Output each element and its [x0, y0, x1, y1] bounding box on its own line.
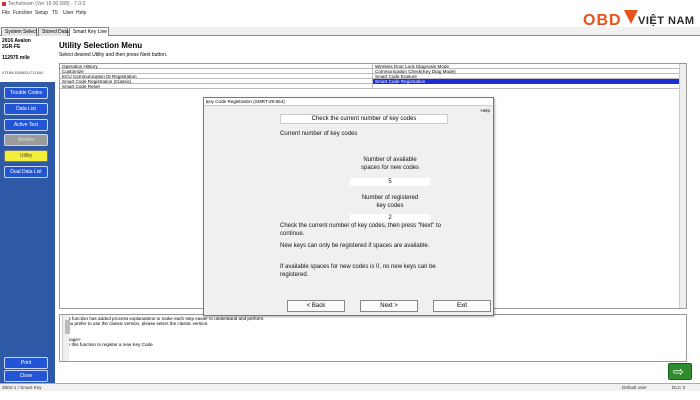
dual-data-list-button[interactable]: Dual Data List [4, 166, 48, 178]
current-count-label: Current number of key codes [280, 131, 358, 137]
instruction-2: New keys can only be registered if space… [280, 243, 430, 249]
vehicle-mileage: 112975 mile [2, 55, 30, 61]
exit-button[interactable]: Exit [433, 300, 491, 312]
data-list-button[interactable]: Data List [4, 103, 48, 115]
description-scrollbar[interactable] [62, 315, 70, 361]
tab-smart-key-live[interactable]: Smart Key Live [69, 27, 109, 36]
window-title: Techstream (Ver 16.00.008) - 7.0.0 [8, 1, 86, 7]
available-label-2: spaces for new codes [360, 165, 420, 171]
dialog-title-bar: Key Code Registration (SMRT-29-564) × [204, 98, 493, 106]
menu-function[interactable]: Function [13, 10, 32, 16]
active-test-button[interactable]: Active Test [4, 119, 48, 131]
vehicle-vin: 4T1BK1EB8GU711180 [2, 70, 43, 75]
utility-button[interactable]: Utility [4, 150, 48, 162]
app-icon [2, 2, 6, 6]
status-user: Default user [622, 385, 647, 390]
status-dlc: DLC 3 [672, 385, 686, 390]
menu-help[interactable]: Help [76, 10, 86, 16]
instruction-3b: registered. [280, 272, 309, 278]
registered-label-2: key codes [376, 203, 404, 209]
tab-system-select[interactable]: System Select [1, 27, 37, 36]
instruction-1a: Check the current number of key codes, t… [280, 223, 442, 229]
menu-t5[interactable]: T5 [52, 10, 58, 16]
close-button[interactable]: Close [4, 370, 48, 382]
page-title: Utility Selection Menu [59, 41, 143, 50]
next-button[interactable]: Next > [360, 300, 418, 312]
table-row: Smart Code Reset [60, 84, 680, 89]
desc-line: If you prefer to use the classic version… [62, 321, 209, 326]
utility-item[interactable] [373, 84, 680, 89]
logo-v-icon [624, 10, 638, 24]
dialog-help[interactable]: Help [481, 108, 490, 113]
vehicle-info: 2016 Avalon 2GR-FE 112975 mile 4T1BK1EB8… [0, 36, 55, 82]
sidebar: 2016 Avalon 2GR-FE 112975 mile 4T1BK1EB8… [0, 36, 55, 383]
print-button[interactable]: Print [4, 357, 48, 369]
instruction-1b: continue. [280, 231, 305, 237]
available-value: 5 [350, 178, 430, 186]
description-box: This function has added process explanat… [59, 314, 687, 362]
available-label-1: Number of available [363, 157, 417, 163]
next-arrow-button[interactable]: ⇨ [668, 363, 692, 380]
vehicle-engine: 2GR-FE [2, 44, 21, 50]
monitor-button[interactable]: Monitor [4, 134, 48, 146]
menu-file[interactable]: File [2, 10, 10, 16]
trouble-codes-button[interactable]: Trouble Codes [4, 87, 48, 99]
back-button[interactable]: < Back [287, 300, 345, 312]
page-subtitle: Select desired Utility and then press Ne… [59, 52, 168, 58]
desc-line: Use this function to register a new Key … [62, 342, 153, 347]
registered-label-1: Number of registered [361, 195, 419, 201]
instruction-3a: If available spaces for new codes is 0, … [280, 264, 436, 270]
menu-setup[interactable]: Setup [35, 10, 48, 16]
tab-stored-data[interactable]: Stored Data [38, 27, 69, 36]
status-left: 2804-1 / Smart Key [2, 385, 42, 390]
logo-vietnam: VIỆT NAM [638, 15, 695, 27]
utility-item[interactable]: Smart Code Reset [60, 84, 373, 89]
registered-value: 2 [350, 214, 430, 222]
status-bar: 2804-1 / Smart Key Default user DLC 3 [0, 383, 700, 391]
scroll-thumb[interactable] [65, 320, 70, 334]
arrow-right-icon: ⇨ [673, 364, 684, 379]
close-icon[interactable]: × [206, 99, 491, 107]
table-scrollbar[interactable] [679, 64, 686, 308]
dialog-header: Check the current number of key codes [280, 114, 448, 124]
tab-bar: System Select Stored Data Smart Key Live [0, 27, 700, 36]
menu-user[interactable]: User [63, 10, 74, 16]
title-bar: Techstream (Ver 16.00.008) - 7.0.0 [0, 0, 700, 9]
key-code-registration-dialog: Key Code Registration (SMRT-29-564) × He… [203, 97, 494, 316]
